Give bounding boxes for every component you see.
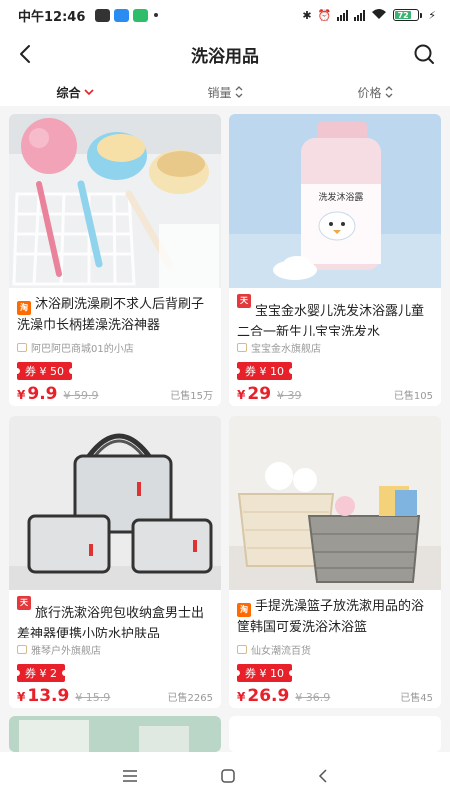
shop-name: 仙女潮流百货	[251, 645, 311, 657]
bottle-label: 洗发沐浴露	[318, 191, 363, 203]
sort-sales-label: 销量	[207, 85, 232, 100]
page-title: 洗浴用品	[191, 46, 259, 67]
back-arrow-icon[interactable]	[14, 42, 38, 66]
product-image	[9, 114, 221, 288]
taobao-icon: 淘	[17, 301, 31, 315]
shop-row: 仙女潮流百货	[237, 642, 433, 657]
original-price: ¥ 39	[277, 389, 302, 402]
coupon-badge: 券 ¥ 2	[14, 664, 68, 682]
battery-level: 72	[395, 11, 412, 20]
coupon-badge: 券 ¥ 10	[234, 362, 295, 380]
product-title: 淘沐浴刷洗澡刷不求人后背刷子洗澡巾长柄搓澡洗浴神器	[17, 297, 205, 333]
header: 洗浴用品	[0, 30, 450, 78]
home-icon[interactable]	[221, 769, 235, 783]
sort-bar: 综合 销量 价格	[0, 78, 450, 106]
sort-sales[interactable]: 销量	[150, 78, 300, 106]
store-icon	[237, 644, 247, 654]
search-icon[interactable]	[412, 42, 436, 66]
sold-count: 已售45	[400, 693, 433, 704]
original-price: ¥ 36.9	[295, 691, 331, 704]
price-row: ¥ 29 ¥ 39 已售105	[237, 384, 433, 404]
sort-comprehensive-label: 综合	[56, 85, 81, 100]
product-title: 天猫 旅行洗漱浴兜包收纳盒男士出差神器便携小防水护肤品	[17, 596, 205, 638]
more-notifications-icon	[154, 13, 159, 17]
sort-comprehensive[interactable]: 综合	[0, 78, 150, 106]
product-card[interactable]: 天猫 旅行洗漱浴兜包收纳盒男士出差神器便携小防水护肤品 雅琴户外旗舰店 券 ¥ 2…	[9, 416, 221, 708]
sold-count: 已售105	[393, 391, 433, 402]
shop-row: 雅琴户外旗舰店	[17, 642, 213, 657]
product-card[interactable]: 淘沐浴刷洗澡刷不求人后背刷子洗澡巾长柄搓澡洗浴神器 阿巴阿巴商城01的小店 券 …	[9, 114, 221, 406]
sort-toggle-icon	[235, 86, 242, 98]
product-title: 淘手提洗澡篮子放洗漱用品的浴筐韩国可爱洗浴沐浴篮	[237, 599, 425, 635]
product-image	[229, 416, 441, 590]
coupon-badge: 券 ¥ 50	[14, 362, 75, 380]
price: 9.9	[27, 384, 58, 404]
status-time: 中午12:46	[18, 9, 86, 25]
product-title: 天猫 宝宝金水婴儿洗发沐浴露儿童二合一新生儿宝宝洗发水	[237, 294, 425, 336]
alarm-icon: ⏰	[317, 8, 332, 22]
shop-row: 宝宝金水旗舰店	[237, 340, 433, 355]
battery-icon: 72	[393, 9, 423, 21]
store-icon	[237, 342, 247, 352]
bluetooth-icon: ✱	[302, 8, 312, 22]
status-bar: 中午12:46 ✱ ⏰ 72 ⚡	[0, 0, 450, 30]
taobao-icon: 淘	[237, 603, 251, 617]
signal-icon	[337, 9, 349, 21]
product-image: 洗发沐浴露	[229, 114, 441, 288]
shop-name: 阿巴阿巴商城01的小店	[31, 343, 134, 355]
original-price: ¥ 59.9	[63, 389, 99, 402]
chevron-down-icon	[83, 89, 94, 96]
product-card[interactable]: 洗发沐浴露 天猫 宝宝金水婴儿洗发沐浴露儿童二合一新生儿宝宝洗发水 宝宝金水旗舰店…	[229, 114, 441, 406]
charging-icon: ⚡	[428, 8, 436, 22]
sort-price[interactable]: 价格	[300, 78, 450, 106]
sold-count: 已售15万	[170, 391, 213, 402]
sort-price-label: 价格	[357, 85, 382, 100]
product-card-partial[interactable]	[9, 716, 221, 752]
sort-toggle-icon	[385, 86, 392, 98]
shop-row: 阿巴阿巴商城01的小店	[17, 340, 213, 355]
shop-name: 宝宝金水旗舰店	[251, 343, 321, 355]
wifi-icon	[371, 8, 387, 23]
price: 29	[247, 384, 272, 404]
coupon-badge: 券 ¥ 10	[234, 664, 295, 682]
sold-count: 已售2265	[167, 693, 213, 704]
price-row: ¥ 26.9 ¥ 36.9 已售45	[237, 686, 433, 706]
store-icon	[17, 342, 27, 352]
product-card-partial[interactable]	[229, 716, 441, 752]
back-icon[interactable]	[318, 769, 328, 783]
tmall-icon: 天猫	[237, 294, 251, 319]
system-nav-bar	[0, 752, 450, 800]
menu-icon[interactable]	[122, 770, 138, 782]
price-row: ¥ 13.9 ¥ 15.9 已售2265	[17, 686, 213, 706]
price-row: ¥ 9.9 ¥ 59.9 已售15万	[17, 384, 213, 404]
product-image	[9, 416, 221, 590]
message-notification-icon	[114, 8, 130, 22]
signal-icon-2	[354, 9, 366, 21]
app-notification-icon	[95, 8, 111, 22]
price: 26.9	[247, 686, 290, 706]
original-price: ¥ 15.9	[75, 691, 111, 704]
store-icon	[17, 644, 27, 654]
product-image	[9, 716, 221, 752]
product-card[interactable]: 淘手提洗澡篮子放洗漱用品的浴筐韩国可爱洗浴沐浴篮 仙女潮流百货 券 ¥ 10 ¥…	[229, 416, 441, 708]
status-icons: ✱ ⏰ 72 ⚡	[302, 8, 436, 23]
shop-name: 雅琴户外旗舰店	[31, 645, 101, 657]
price: 13.9	[27, 686, 70, 706]
download-notification-icon	[133, 8, 149, 22]
tmall-icon: 天猫	[17, 596, 31, 621]
